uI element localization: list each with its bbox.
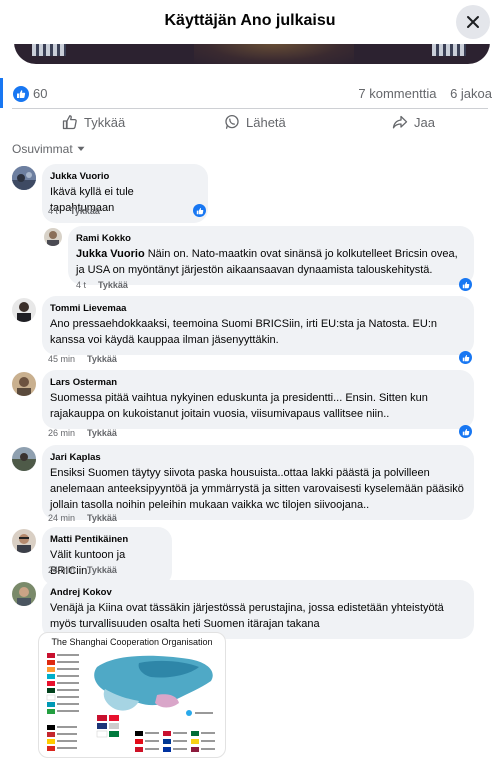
avatar[interactable] (12, 372, 36, 396)
comment-bubble: Lars Osterman Suomessa pitää vaihtua nyk… (42, 370, 474, 429)
like-button-label: Tykkää (84, 114, 126, 130)
comment-author[interactable]: Jukka Vuorio (50, 170, 200, 184)
comment-like-link[interactable]: Tykkää (87, 513, 117, 523)
share-button-label: Jaa (414, 114, 435, 130)
share-count[interactable]: 6 jakoa (450, 86, 492, 101)
send-button-label: Lähetä (246, 114, 286, 130)
avatar[interactable] (12, 166, 36, 190)
share-button[interactable]: Jaa (392, 114, 435, 130)
comment-text: Ano pressaehdokkaaksi, teemoina Suomi BR… (50, 318, 438, 346)
comment-bubble: Rami Kokko Jukka Vuorio Näin on. Nato-ma… (68, 226, 474, 285)
post-actions: Tykkää Lähetä Jaa (0, 110, 500, 138)
avatar[interactable] (12, 298, 36, 322)
comment-time[interactable]: 45 min (48, 354, 75, 364)
comment-count[interactable]: 7 kommenttia (358, 86, 436, 101)
comment-text: Venäjä ja Kiina ovat tässäkin järjestöss… (50, 602, 444, 630)
comment-mention[interactable]: Jukka Vuorio (76, 248, 145, 260)
comment-text: Ensiksi Suomen täytyy siivota paska hous… (50, 467, 464, 511)
dialog-title: Käyttäjän Ano julkaisu (164, 12, 336, 29)
comment-author[interactable]: Matti Pentikäinen (50, 533, 164, 547)
comment-time[interactable]: 24 min (48, 513, 75, 523)
comment-time[interactable]: 24 min (48, 565, 75, 575)
comment-author[interactable]: Jari Kaplas (50, 451, 466, 465)
comment-time[interactable]: 4 t (76, 280, 86, 290)
close-icon (467, 16, 479, 28)
comment-time[interactable]: 4 t (48, 206, 58, 216)
avatar[interactable] (44, 228, 62, 246)
comment-bubble: Andrej Kokov Venäjä ja Kiina ovat tässäk… (42, 580, 474, 639)
whatsapp-icon (225, 114, 239, 129)
close-button[interactable] (456, 5, 490, 39)
reaction-like-icon[interactable] (459, 278, 472, 291)
comment-author[interactable]: Tommi Lievemaa (50, 302, 466, 316)
attachment-title: The Shanghai Cooperation Organisation (51, 637, 213, 647)
comment-time[interactable]: 26 min (48, 428, 75, 438)
comment-text: Suomessa pitää vaihtua nykyinen eduskunt… (50, 392, 428, 420)
avatar[interactable] (12, 447, 36, 471)
comment-bubble: Matti Pentikäinen Välit kuntoon ja BRICi… (42, 527, 172, 586)
comment-bubble: Jari Kaplas Ensiksi Suomen täytyy siivot… (42, 445, 474, 520)
comment-sort-dropdown[interactable]: Osuvimmat (12, 142, 85, 156)
divider (12, 108, 488, 109)
caret-down-icon (77, 146, 85, 151)
reaction-like-icon[interactable] (459, 351, 472, 364)
comment-author[interactable]: Andrej Kokov (50, 586, 466, 600)
avatar[interactable] (12, 529, 36, 553)
like-count[interactable]: 60 (33, 86, 47, 101)
comment-like-link[interactable]: Tykkää (87, 354, 117, 364)
comment-bubble: Tommi Lievemaa Ano pressaehdokkaaksi, te… (42, 296, 474, 355)
sort-label: Osuvimmat (12, 142, 73, 156)
like-badge-icon[interactable] (13, 86, 29, 102)
reaction-like-icon[interactable] (459, 425, 472, 438)
comment-author[interactable]: Rami Kokko (76, 232, 466, 246)
like-button[interactable]: Tykkää (62, 114, 125, 130)
comment-like-link[interactable]: Tykkää (87, 428, 117, 438)
dialog-header: Käyttäjän Ano julkaisu (0, 0, 500, 44)
comment-like-link[interactable]: Tykkää (70, 206, 100, 216)
comment-like-link[interactable]: Tykkää (87, 565, 117, 575)
send-button[interactable]: Lähetä (224, 114, 286, 130)
reaction-like-icon[interactable] (193, 204, 206, 217)
sco-map-graphic (46, 653, 215, 752)
avatar[interactable] (12, 582, 36, 606)
comment-attachment-image[interactable]: The Shanghai Cooperation Organisation (38, 632, 226, 758)
share-arrow-icon (392, 115, 408, 129)
comment-like-link[interactable]: Tykkää (98, 280, 128, 290)
comment-author[interactable]: Lars Osterman (50, 376, 466, 390)
post-stats: 60 7 kommenttia 6 jakoa (0, 78, 500, 108)
thumb-up-icon (62, 115, 77, 130)
